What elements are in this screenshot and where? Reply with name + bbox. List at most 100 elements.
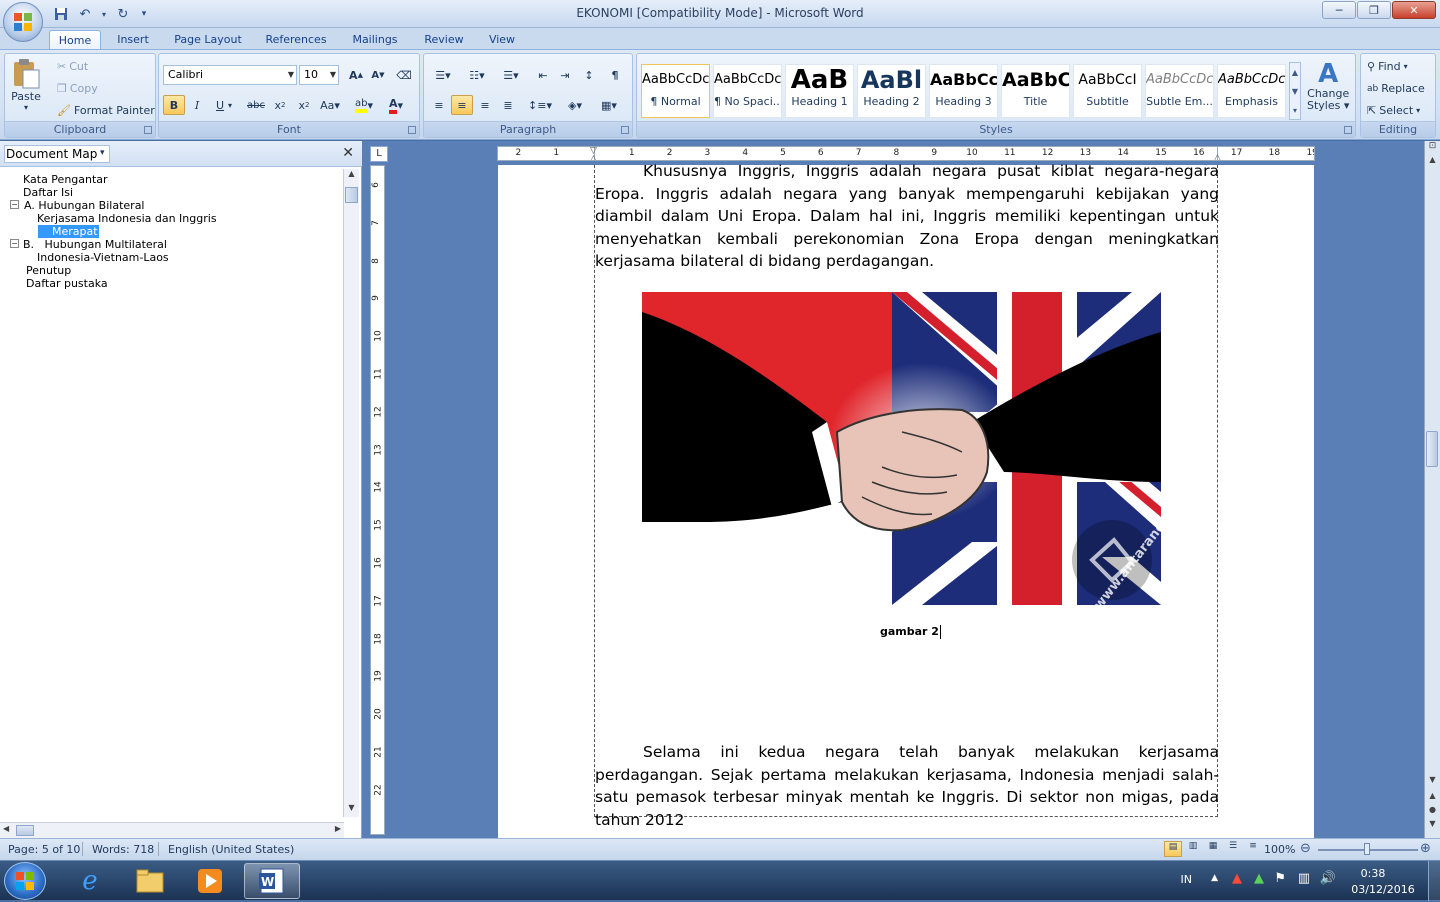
strikethrough-icon[interactable]: abc	[245, 95, 267, 115]
grow-font-icon[interactable]: A ▲	[345, 65, 367, 85]
dialog-launcher-icon[interactable]	[408, 126, 416, 134]
tab-review[interactable]: Review	[416, 30, 472, 50]
style-emphasis[interactable]: AaBbCcDc Emphasis	[1217, 64, 1286, 118]
style-heading-2[interactable]: AaBl Heading 2	[857, 64, 926, 118]
dialog-launcher-icon[interactable]	[1344, 126, 1352, 134]
print-layout-icon[interactable]: ▤	[1164, 841, 1182, 857]
borders-icon[interactable]: ▦▾	[594, 95, 624, 115]
flag-icon[interactable]: ⚑	[1274, 871, 1286, 886]
docmap-item-kata-pengantar[interactable]: Kata Pengantar	[23, 173, 108, 186]
collapse-icon[interactable]: −	[10, 239, 19, 248]
replace-button[interactable]: ab Replace	[1367, 82, 1425, 95]
docmap-item-kerjasama[interactable]: Kerjasama Indonesia dan Inggris	[37, 212, 217, 225]
show-formatting-icon[interactable]: ¶	[604, 65, 626, 85]
docmap-vertical-scrollbar[interactable]: ▲ ▼	[343, 169, 359, 817]
style-no-spacing[interactable]: AaBbCcDc ¶ No Spaci...	[713, 64, 782, 118]
docmap-item-merapat[interactable]: Merapat	[38, 225, 99, 238]
align-right-icon[interactable]: ≡	[474, 95, 496, 115]
outline-icon[interactable]: ☰	[1224, 841, 1242, 857]
style-heading-1[interactable]: AaB Heading 1	[785, 64, 854, 118]
docmap-item-hubungan-multilateral[interactable]: B. Hubungan Multilateral	[23, 238, 167, 251]
decrease-indent-icon[interactable]: ⇤	[532, 65, 554, 85]
scroll-right-icon[interactable]: ▶	[335, 824, 341, 833]
italic-icon[interactable]: I	[186, 95, 208, 115]
browse-object-icon[interactable]: ●	[1425, 803, 1440, 817]
tab-insert[interactable]: Insert	[108, 30, 158, 50]
chevron-down-icon[interactable]: ▾	[100, 148, 105, 158]
style-title[interactable]: AaBbC Title	[1001, 64, 1070, 118]
dialog-launcher-icon[interactable]	[621, 126, 629, 134]
taskbar-media-player[interactable]	[182, 863, 238, 899]
clear-formatting-icon[interactable]: ⌫	[393, 65, 415, 85]
shading-icon[interactable]: ◈▾	[560, 95, 590, 115]
change-case-icon[interactable]: Aa▾	[317, 95, 343, 115]
tab-view[interactable]: View	[482, 30, 522, 50]
paste-button[interactable]: Paste ▾	[11, 58, 41, 112]
chevron-down-icon[interactable]: ▾	[225, 95, 235, 115]
clock-time[interactable]: 0:38	[1348, 867, 1398, 880]
minimize-button[interactable]: ─	[1322, 1, 1356, 19]
font-name-combo[interactable]: Calibri ▼	[163, 65, 297, 85]
next-page-icon[interactable]: ▼	[1425, 817, 1440, 831]
bullets-icon[interactable]: ☰▾	[428, 65, 458, 85]
superscript-icon[interactable]: x2	[293, 95, 315, 115]
restore-button[interactable]: ❐	[1357, 1, 1391, 19]
input-language[interactable]: IN	[1181, 873, 1192, 886]
image-caption[interactable]: gambar 2	[880, 625, 941, 639]
show-hidden-icons[interactable]: ▲	[1211, 873, 1218, 883]
tab-mailings[interactable]: Mailings	[344, 30, 406, 50]
tab-references[interactable]: References	[258, 30, 334, 50]
scroll-down-icon[interactable]: ▼	[344, 803, 359, 817]
scroll-thumb[interactable]	[345, 187, 358, 203]
vertical-ruler[interactable]: 6 7 8 9 10 11 12 13 14 15 16 17 18 19 20 21 22	[370, 165, 385, 835]
ruler-toggle-icon[interactable]: ⊡	[1425, 141, 1440, 155]
show-desktop-button[interactable]	[1428, 861, 1440, 901]
collapse-icon[interactable]: −	[10, 200, 19, 209]
draft-icon[interactable]: ≡	[1244, 841, 1262, 857]
docmap-horizontal-scrollbar[interactable]: ◀ ▶	[0, 822, 344, 838]
previous-page-icon[interactable]: ▲	[1425, 789, 1440, 803]
network-icon[interactable]: ▥	[1298, 871, 1310, 886]
handshake-flags-image[interactable]: www.antaranews.com	[642, 292, 1161, 605]
increase-indent-icon[interactable]: ⇥	[554, 65, 576, 85]
select-button[interactable]: ⇱ Select ▾	[1367, 104, 1420, 117]
find-button[interactable]: ⚲ Find ▾	[1367, 60, 1408, 73]
style-subtitle[interactable]: AaBbCcI Subtitle	[1073, 64, 1142, 118]
subscript-icon[interactable]: x2	[269, 95, 291, 115]
copy-button[interactable]: ❐ Copy	[57, 82, 98, 95]
taskbar-internet-explorer[interactable]: e	[62, 863, 118, 899]
highlight-icon[interactable]: ab ▾	[351, 95, 377, 115]
tab-selector[interactable]: L	[370, 146, 388, 162]
horizontal-ruler[interactable]: 2112345678910111213141516171819 ▽△ △	[497, 146, 1315, 161]
style-heading-3[interactable]: AaBbCc Heading 3	[929, 64, 998, 118]
start-button[interactable]	[4, 862, 46, 900]
language-indicator[interactable]: English (United States)	[168, 843, 294, 856]
docmap-item-penutup[interactable]: Penutup	[26, 264, 71, 277]
zoom-slider-thumb[interactable]	[1364, 843, 1370, 855]
dialog-launcher-icon[interactable]	[144, 126, 152, 134]
indent-marker-icon[interactable]: ▽ △	[590, 147, 597, 160]
docmap-item-hubungan-bilateral[interactable]: A. Hubungan Bilateral	[24, 199, 144, 212]
scroll-up-icon[interactable]: ▲	[344, 169, 359, 183]
zoom-out-icon[interactable]: ⊖	[1300, 841, 1311, 856]
sort-icon[interactable]: ↕	[578, 65, 600, 85]
cut-button[interactable]: ✂ Cut	[57, 60, 88, 73]
volume-icon[interactable]: 🔊	[1320, 871, 1336, 886]
scroll-thumb[interactable]	[1426, 431, 1438, 467]
format-painter-button[interactable]: 🖌 Format Painter	[57, 104, 155, 117]
taskbar-word[interactable]: W	[244, 863, 300, 899]
shrink-font-icon[interactable]: A ▼	[367, 65, 389, 85]
tab-page-layout[interactable]: Page Layout	[168, 30, 248, 50]
line-spacing-icon[interactable]: ↕≡▾	[526, 95, 554, 115]
taskbar-file-explorer[interactable]	[122, 863, 178, 899]
web-layout-icon[interactable]: ▦	[1204, 841, 1222, 857]
close-icon[interactable]: ✕	[342, 145, 354, 161]
page-indicator[interactable]: Page: 5 of 10	[8, 843, 80, 856]
full-screen-reading-icon[interactable]: ▥	[1184, 841, 1202, 857]
docmap-item-daftar-isi[interactable]: Daftar Isi	[23, 186, 73, 199]
numbering-icon[interactable]: ☷▾	[462, 65, 492, 85]
align-center-icon[interactable]: ≡	[451, 95, 473, 115]
bold-icon[interactable]: B	[163, 95, 185, 115]
scroll-down-icon[interactable]: ▼	[1425, 773, 1440, 787]
align-left-icon[interactable]: ≡	[428, 95, 450, 115]
